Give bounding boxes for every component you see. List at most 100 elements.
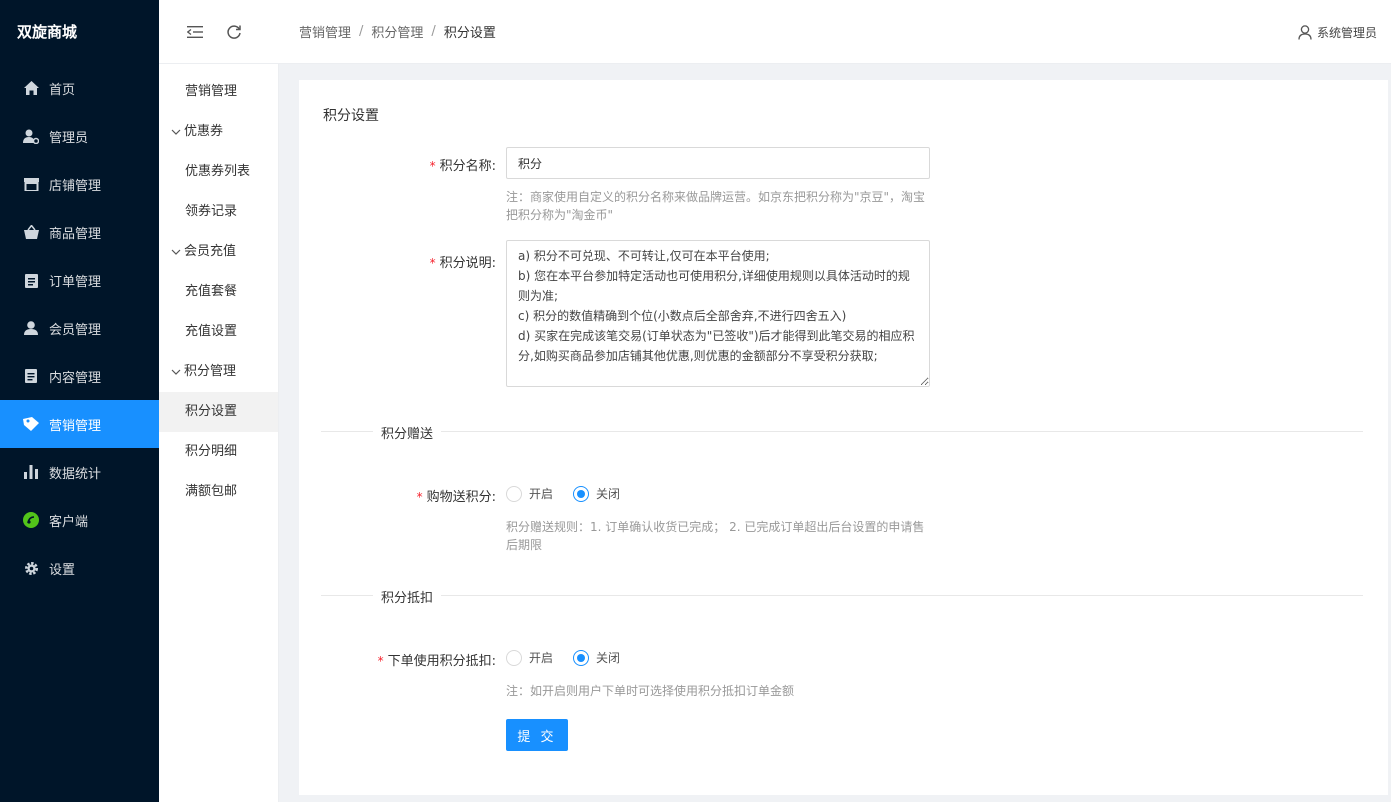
gift-radio-off[interactable]: 关闭 xyxy=(573,485,620,502)
submenu-free-shipping[interactable]: 满额包邮 xyxy=(159,472,278,512)
chevron-down-icon xyxy=(171,129,181,135)
gift-radio-on-label: 开启 xyxy=(529,487,554,501)
breadcrumb-item-marketing[interactable]: 营销管理 xyxy=(299,22,351,41)
nav-item-goods[interactable]: 商品管理 xyxy=(0,208,159,256)
nav-label-goods: 商品管理 xyxy=(49,226,102,242)
gift-radio-off-label: 关闭 xyxy=(596,487,621,501)
submenu-group-recharge[interactable]: 会员充值 xyxy=(159,232,278,272)
client-icon xyxy=(23,512,39,528)
submenu-recharge-package[interactable]: 充值套餐 xyxy=(159,272,278,312)
refresh-icon[interactable] xyxy=(223,21,245,43)
points-desc-label-text: 积分说明: xyxy=(439,256,496,271)
admin-user-icon xyxy=(23,128,39,144)
points-name-label-text: 积分名称: xyxy=(439,159,496,174)
nav-item-orders[interactable]: 订单管理 xyxy=(0,256,159,304)
user-menu[interactable]: 系统管理员 xyxy=(1298,0,1377,64)
chevron-down-icon xyxy=(171,249,181,255)
nav-item-client[interactable]: 客户端 xyxy=(0,496,159,544)
deduct-radio-on-label: 开启 xyxy=(529,651,554,665)
submenu-coupon-records[interactable]: 领券记录 xyxy=(159,192,278,232)
deduct-radio-off[interactable]: 关闭 xyxy=(573,649,620,666)
tag-icon xyxy=(23,416,39,432)
radio-circle xyxy=(506,485,522,502)
breadcrumb-item-current: 积分设置 xyxy=(443,26,496,41)
nav-item-marketing[interactable]: 营销管理 xyxy=(0,400,159,448)
nav-label-settings: 设置 xyxy=(49,562,76,578)
section-title-deduct: 积分抵扣 xyxy=(373,587,442,606)
deduct-points-radio-group: 开启 关闭 xyxy=(506,649,640,666)
nav-label-marketing: 营销管理 xyxy=(49,418,102,434)
submenu-group-recharge-label: 会员充值 xyxy=(184,244,237,259)
radio-circle xyxy=(506,649,522,666)
breadcrumb-item-points[interactable]: 积分管理 xyxy=(371,22,423,41)
required-mark: * xyxy=(416,490,423,504)
user-name: 系统管理员 xyxy=(1316,25,1377,40)
member-icon xyxy=(23,320,39,336)
required-mark: * xyxy=(429,159,436,173)
nav-item-admin[interactable]: 管理员 xyxy=(0,112,159,160)
nav-item-members[interactable]: 会员管理 xyxy=(0,304,159,352)
points-name-input[interactable] xyxy=(506,147,930,179)
nav-label-statistics: 数据统计 xyxy=(49,466,102,482)
brand-logo: 双旋商城 xyxy=(17,23,78,41)
breadcrumb-separator: / xyxy=(431,24,436,39)
page-title: 积分设置 xyxy=(323,108,379,124)
nav-item-settings[interactable]: 设置 xyxy=(0,544,159,592)
deduct-radio-off-label: 关闭 xyxy=(596,651,621,665)
nav-label-home: 首页 xyxy=(49,82,76,98)
nav-label-members: 会员管理 xyxy=(49,322,102,338)
required-mark: * xyxy=(377,654,384,668)
gift-points-label: * 购物送积分: xyxy=(359,486,496,505)
points-settings-card: 积分设置 *积分名称: 注：商家使用自定义的积分名称来做品牌运营。如京东把积分称… xyxy=(299,80,1388,795)
home-icon xyxy=(23,80,39,96)
deduct-points-label: * 下单使用积分抵扣: xyxy=(339,650,496,669)
submenu-group-points-label: 积分管理 xyxy=(184,364,237,379)
collapse-menu-icon[interactable] xyxy=(184,21,206,43)
clipboard-icon xyxy=(23,272,39,288)
deduct-points-label-text: 下单使用积分抵扣: xyxy=(387,654,496,669)
submenu-coupon-list[interactable]: 优惠券列表 xyxy=(159,152,278,192)
nav-label-content: 内容管理 xyxy=(49,370,102,386)
gift-radio-on[interactable]: 开启 xyxy=(506,485,553,502)
submenu-recharge-settings[interactable]: 充值设置 xyxy=(159,312,278,352)
gift-points-radio-group: 开启 关闭 xyxy=(506,485,640,502)
points-desc-label: * 积分说明: xyxy=(359,252,496,271)
submenu-group-coupon-label: 优惠券 xyxy=(184,124,224,139)
points-description-textarea[interactable] xyxy=(506,240,930,387)
document-icon xyxy=(23,368,39,384)
deduct-radio-on[interactable]: 开启 xyxy=(506,649,553,666)
required-mark: * xyxy=(429,256,436,270)
submenu-marketing[interactable]: 营销管理 xyxy=(159,72,278,112)
gear-icon xyxy=(23,560,39,576)
radio-circle-checked xyxy=(573,649,590,666)
chevron-down-icon xyxy=(171,369,181,375)
submit-button[interactable]: 提 交 xyxy=(506,719,568,751)
radio-circle-checked xyxy=(573,485,590,502)
bar-chart-icon xyxy=(23,464,39,480)
nav-item-content[interactable]: 内容管理 xyxy=(0,352,159,400)
section-divider xyxy=(321,431,1363,432)
submenu-points-detail[interactable]: 积分明细 xyxy=(159,432,278,472)
nav-item-store[interactable]: 店铺管理 xyxy=(0,160,159,208)
section-title-gift: 积分赠送 xyxy=(373,423,442,442)
secondary-menu: 营销管理 优惠券 优惠券列表 领券记录 会员充值 充值套餐 充值设置 积分管理 … xyxy=(159,64,279,802)
submenu-points-settings[interactable]: 积分设置 xyxy=(159,392,278,432)
nav-label-client: 客户端 xyxy=(49,514,89,530)
gift-points-label-text: 购物送积分: xyxy=(426,490,496,505)
nav-item-home[interactable]: 首页 xyxy=(0,64,159,112)
nav-label-orders: 订单管理 xyxy=(49,274,102,290)
section-divider xyxy=(321,595,1363,596)
main-sidebar: 双旋商城 首页 管理员 店铺管理 商品管理 订单管理 会员管理 内容管理 营销管… xyxy=(0,0,159,802)
store-icon xyxy=(23,176,39,192)
submenu-group-coupon[interactable]: 优惠券 xyxy=(159,112,278,152)
deduct-points-hint: 注：如开启则用户下单时可选择使用积分抵扣订单金额 xyxy=(506,684,795,698)
submenu-group-points[interactable]: 积分管理 xyxy=(159,352,278,392)
nav-label-store: 店铺管理 xyxy=(49,178,102,194)
points-name-label: * 积分名称: xyxy=(359,155,496,174)
top-header: 营销管理 / 积分管理 / 积分设置 系统管理员 xyxy=(159,0,1391,64)
basket-icon xyxy=(23,224,39,240)
nav-item-statistics[interactable]: 数据统计 xyxy=(0,448,159,496)
nav-label-admin: 管理员 xyxy=(49,130,89,146)
points-name-hint: 注：商家使用自定义的积分名称来做品牌运营。如京东把积分称为"京豆"，淘宝把积分称… xyxy=(506,190,926,222)
gift-points-hint: 积分赠送规则：1. 订单确认收货已完成； 2. 已完成订单超出后台设置的申请售后… xyxy=(506,520,925,552)
